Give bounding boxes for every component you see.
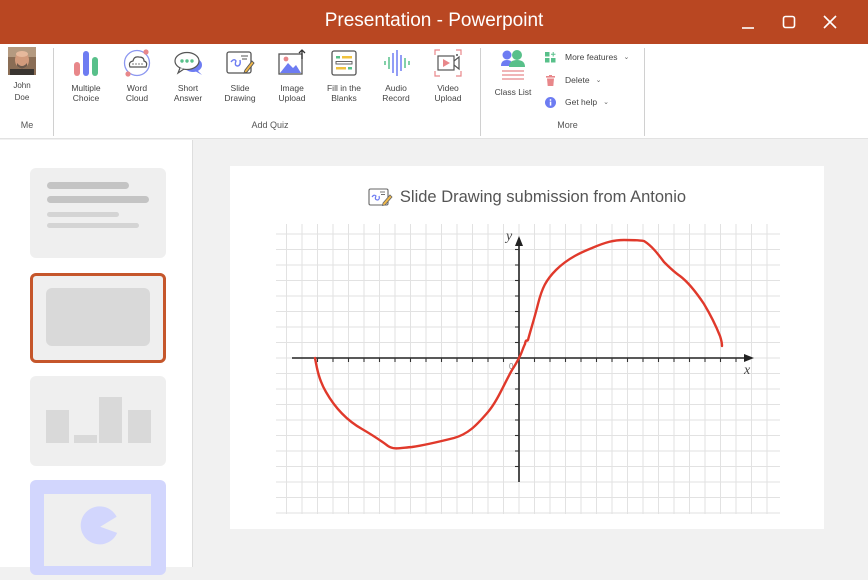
image-upload-button[interactable]: Image Upload (266, 48, 318, 112)
short-answer-button[interactable]: Short Answer (162, 48, 214, 112)
grid-lines (276, 224, 780, 514)
more-features-label: More features (565, 52, 618, 62)
group-label-add-quiz: Add Quiz (251, 120, 289, 130)
maximize-button[interactable] (774, 8, 804, 36)
fill-blanks-icon (331, 50, 357, 76)
slide-thumbnail-4[interactable] (30, 480, 166, 575)
pie-chart-preview (44, 494, 151, 566)
slide-thumbnail-1[interactable] (30, 168, 166, 258)
fill-blanks-label: Fill in the Blanks (326, 83, 361, 103)
submission-header: Slide Drawing submission from Antonio (230, 187, 824, 207)
group-label-me: Me (20, 120, 34, 130)
delete-button[interactable]: Delete ⌄ (545, 72, 601, 88)
video-upload-label: Video Upload (434, 83, 462, 103)
text-lines-preview (47, 182, 149, 228)
slide-drawing-icon (226, 51, 255, 74)
submission-title: Slide Drawing submission from Antonio (399, 187, 687, 206)
user-name: John Doe (13, 81, 31, 102)
multiple-choice-button[interactable]: Multiple Choice (60, 48, 112, 112)
image-upload-label: Image Upload (278, 83, 306, 103)
drawing-area: x y 0 (276, 224, 780, 514)
slide-drawing-button[interactable]: Slide Drawing (214, 48, 266, 112)
short-answer-label: Short Answer (173, 83, 203, 103)
chevron-down-icon: ⌄ (595, 77, 602, 84)
word-cloud-button[interactable]: Word Cloud (111, 48, 163, 112)
slide-canvas: Slide Drawing submission from Antonio x … (230, 166, 824, 529)
minimize-icon (742, 27, 754, 29)
y-axis-label: y (504, 229, 513, 244)
chevron-down-icon: ⌄ (603, 99, 610, 106)
class-list-button[interactable]: Class List (487, 48, 539, 112)
maximize-icon (782, 15, 796, 29)
fill-blanks-button[interactable]: Fill in the Blanks (318, 48, 370, 112)
slide-thumbnail-3[interactable] (30, 376, 166, 466)
get-help-button[interactable]: Get help ⌄ (545, 94, 609, 110)
video-upload-icon (434, 49, 462, 77)
x-axis-arrow-icon (744, 354, 754, 362)
get-help-label: Get help (565, 97, 598, 107)
more-features-button[interactable]: More features ⌄ (545, 49, 629, 65)
ribbon-divider (644, 48, 645, 136)
info-icon (545, 96, 556, 108)
blank-box-preview (46, 288, 150, 346)
bar-chart-preview (46, 397, 151, 443)
user-avatar-icon (8, 47, 36, 75)
x-axis-label: x (743, 363, 751, 378)
group-label-more: More (557, 120, 578, 130)
chevron-down-icon: ⌄ (623, 54, 630, 61)
slide-thumbnail-2[interactable] (30, 273, 166, 363)
audio-record-label: Audio Record (382, 83, 410, 103)
title-bar: Presentation - Powerpoint (0, 0, 868, 44)
audio-record-button[interactable]: Audio Record (370, 48, 422, 112)
word-cloud-icon (123, 49, 151, 77)
class-list-label: Class List (494, 87, 532, 97)
audio-wave-icon (384, 50, 410, 76)
close-icon (823, 15, 837, 29)
axes: x y 0 (292, 229, 754, 482)
video-upload-button[interactable]: Video Upload (422, 48, 474, 112)
trash-icon (546, 74, 555, 86)
minimize-button[interactable] (733, 8, 763, 36)
bar-chart-icon (74, 51, 98, 76)
multiple-choice-label: Multiple Choice (71, 83, 101, 103)
grid-plus-icon (545, 51, 556, 62)
ribbon-divider (53, 48, 54, 136)
ribbon: John Doe Me Multiple Choice Word Cloud S… (0, 44, 868, 139)
delete-label: Delete (565, 75, 590, 85)
class-list-icon (501, 50, 525, 80)
image-upload-icon (278, 49, 306, 75)
ribbon-divider (480, 48, 481, 136)
avatar[interactable] (8, 47, 36, 75)
slide-drawing-label: Slide Drawing (224, 83, 256, 103)
y-axis-arrow-icon (515, 236, 523, 246)
slide-thumbnails-pane (0, 140, 193, 575)
word-cloud-label: Word Cloud (125, 83, 149, 103)
speech-bubble-icon (174, 51, 202, 75)
slide-drawing-icon (368, 188, 393, 207)
close-button[interactable] (815, 8, 845, 36)
